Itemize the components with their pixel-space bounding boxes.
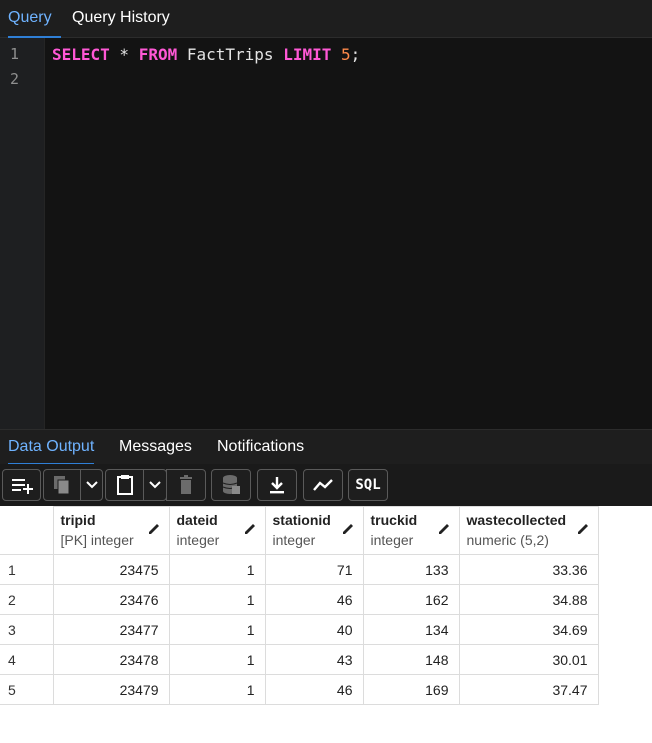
line-chart-icon <box>313 479 333 491</box>
column-header-dateid[interactable]: dateid integer <box>168 506 266 555</box>
row-number-header <box>0 506 54 555</box>
cell-truckid[interactable]: 133 <box>362 554 460 585</box>
pencil-icon[interactable] <box>576 522 590 536</box>
sql-table-name: FactTrips <box>177 45 284 64</box>
table-row[interactable]: 3 23477 1 40 134 34.69 <box>0 614 599 645</box>
pencil-icon[interactable] <box>243 522 257 536</box>
tab-query[interactable]: Query <box>8 0 61 38</box>
cell-dateid[interactable]: 1 <box>168 674 266 705</box>
sql-space <box>331 45 341 64</box>
cell-stationid[interactable]: 46 <box>264 674 364 705</box>
tab-data-output[interactable]: Data Output <box>8 430 95 465</box>
sql-editor[interactable]: 1 2 SELECT * FROM FactTrips LIMIT 5; <box>0 38 652 429</box>
sql-keyword-select: SELECT <box>52 45 110 64</box>
row-number[interactable]: 4 <box>0 644 54 675</box>
query-tab-bar: Query Query History <box>0 0 652 38</box>
cell-stationid[interactable]: 43 <box>264 644 364 675</box>
clipboard-icon <box>116 475 133 495</box>
sql-semicolon: ; <box>350 45 361 64</box>
cell-dateid[interactable]: 1 <box>168 554 266 585</box>
pencil-icon[interactable] <box>147 522 161 536</box>
row-number[interactable]: 1 <box>0 554 54 585</box>
result-grid: tripid [PK] integer dateid integer stati… <box>0 506 652 743</box>
cell-wastecollected[interactable]: 34.88 <box>458 584 599 615</box>
cell-stationid[interactable]: 71 <box>264 554 364 585</box>
sql-star: * <box>109 45 139 64</box>
paste-button[interactable] <box>105 469 144 501</box>
row-number[interactable]: 2 <box>0 584 54 615</box>
graph-visualiser-button[interactable] <box>303 469 343 501</box>
download-button[interactable] <box>257 469 297 501</box>
trash-icon <box>180 475 192 494</box>
header-row: tripid [PK] integer dateid integer stati… <box>0 506 599 555</box>
line-number: 2 <box>10 70 20 88</box>
add-row-button[interactable] <box>2 469 41 501</box>
result-table: tripid [PK] integer dateid integer stati… <box>0 506 599 705</box>
column-name: wastecollected <box>466 512 567 528</box>
sql-keyword-limit: LIMIT <box>283 45 332 64</box>
tab-query-history[interactable]: Query History <box>72 0 170 38</box>
pencil-icon[interactable] <box>341 522 355 536</box>
cell-tripid[interactable]: 23479 <box>52 674 170 705</box>
download-icon <box>270 477 284 494</box>
copy-icon <box>54 476 70 495</box>
cell-wastecollected[interactable]: 34.69 <box>458 614 599 645</box>
column-type: numeric (5,2) <box>466 532 549 548</box>
sql-limit-number: 5 <box>341 45 351 64</box>
cell-wastecollected[interactable]: 30.01 <box>458 644 599 675</box>
add-row-icon <box>11 479 33 494</box>
tab-messages[interactable]: Messages <box>119 430 192 465</box>
cell-stationid[interactable]: 46 <box>264 584 364 615</box>
cell-truckid[interactable]: 162 <box>362 584 460 615</box>
cell-truckid[interactable]: 148 <box>362 644 460 675</box>
cell-tripid[interactable]: 23476 <box>52 584 170 615</box>
cell-tripid[interactable]: 23477 <box>52 614 170 645</box>
cell-truckid[interactable]: 169 <box>362 674 460 705</box>
paste-options-dropdown[interactable] <box>143 469 167 501</box>
column-header-wastecollected[interactable]: wastecollected numeric (5,2) <box>458 506 599 555</box>
table-row[interactable]: 4 23478 1 43 148 30.01 <box>0 644 599 675</box>
sql-button-label: SQL <box>355 477 381 493</box>
line-number-gutter: 1 2 <box>0 38 45 429</box>
tab-notifications[interactable]: Notifications <box>217 430 304 465</box>
database-save-icon <box>222 475 240 494</box>
cell-tripid[interactable]: 23478 <box>52 644 170 675</box>
cell-dateid[interactable]: 1 <box>168 584 266 615</box>
cell-truckid[interactable]: 134 <box>362 614 460 645</box>
column-header-stationid[interactable]: stationid integer <box>264 506 364 555</box>
cell-tripid[interactable]: 23475 <box>52 554 170 585</box>
table-row[interactable]: 2 23476 1 46 162 34.88 <box>0 584 599 615</box>
line-number: 1 <box>10 45 20 63</box>
cell-dateid[interactable]: 1 <box>168 614 266 645</box>
delete-button[interactable] <box>166 469 206 501</box>
table-row[interactable]: 5 23479 1 46 169 37.47 <box>0 674 599 705</box>
copy-button[interactable] <box>43 469 81 501</box>
column-header-truckid[interactable]: truckid integer <box>362 506 460 555</box>
sql-keyword-from: FROM <box>138 45 178 64</box>
pencil-icon[interactable] <box>437 522 451 536</box>
column-header-tripid[interactable]: tripid [PK] integer <box>52 506 170 555</box>
data-output-toolbar: SQL <box>0 464 652 506</box>
sql-code-line[interactable]: SELECT * FROM FactTrips LIMIT 5; <box>52 45 360 64</box>
cell-dateid[interactable]: 1 <box>168 644 266 675</box>
chevron-down-icon <box>149 481 161 489</box>
save-data-button[interactable] <box>211 469 251 501</box>
row-number[interactable]: 5 <box>0 674 54 705</box>
output-tab-bar: Data Output Messages Notifications <box>0 429 652 465</box>
table-row[interactable]: 1 23475 1 71 133 33.36 <box>0 554 599 585</box>
cell-wastecollected[interactable]: 37.47 <box>458 674 599 705</box>
cell-stationid[interactable]: 40 <box>264 614 364 645</box>
sql-button[interactable]: SQL <box>348 469 388 501</box>
cell-wastecollected[interactable]: 33.36 <box>458 554 599 585</box>
copy-options-dropdown[interactable] <box>80 469 103 501</box>
row-number[interactable]: 3 <box>0 614 54 645</box>
chevron-down-icon <box>85 481 98 489</box>
